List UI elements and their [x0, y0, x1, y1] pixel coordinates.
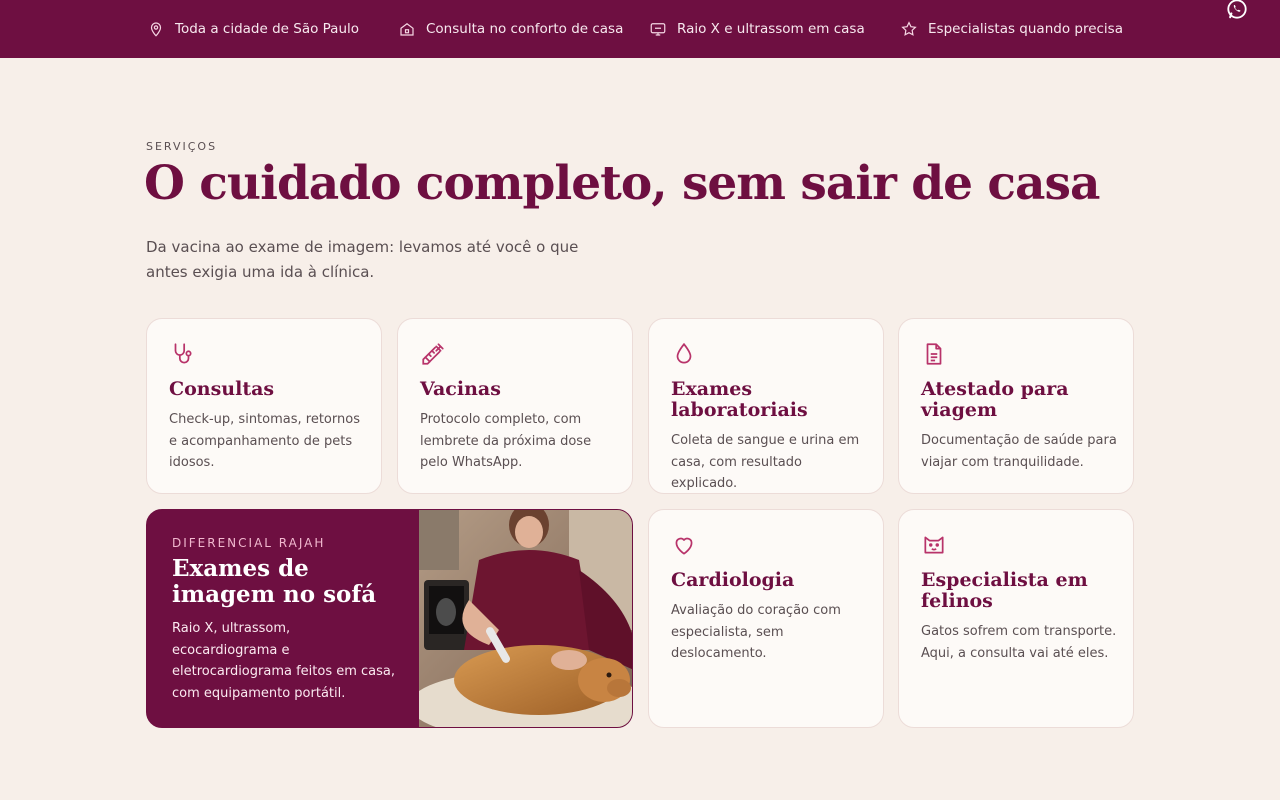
topbar-item-specialists: Especialistas quando precisa [900, 0, 1123, 58]
home-icon [400, 23, 414, 36]
service-card-cardiologia[interactable]: Cardiologia Avaliação do coração com esp… [648, 509, 884, 728]
service-card-text: Coleta de sangue e urina em casa, com re… [671, 433, 860, 491]
service-card-title: Exames laboratoriais [671, 378, 808, 421]
service-card-text: Check-up, sintomas, retornos e acompanha… [169, 412, 360, 470]
service-card-consultas[interactable]: Consultas Check-up, sintomas, retornos e… [146, 318, 382, 494]
top-info-bar: Toda a cidade de São Paulo Consulta no c… [0, 0, 1280, 58]
drop-icon [676, 342, 692, 364]
star-icon [901, 21, 917, 36]
service-card-exames-laboratoriais[interactable]: Exames laboratoriais Coleta de sangue e … [648, 318, 884, 494]
section-lead: Da vacina ao exame de imagem: levamos at… [146, 238, 579, 281]
service-card-vacinas[interactable]: Vacinas Protocolo completo, com lembrete… [397, 318, 633, 494]
map-pin-icon [150, 22, 162, 37]
service-card-title: Especialista em felinos [921, 569, 1088, 612]
service-card-title: Cardiologia [671, 569, 795, 591]
heart-icon [675, 537, 693, 555]
syringe-icon [422, 343, 444, 365]
monitor-icon [650, 23, 666, 36]
service-card-text: Gatos sofrem com transporte. Aqui, a con… [921, 624, 1117, 661]
feature-tag: DIFERENCIAL RAJAH [172, 536, 326, 550]
service-card-title: Vacinas [420, 378, 501, 400]
whatsapp-icon [1227, 0, 1247, 19]
section-title: O cuidado completo, sem sair de casa [144, 156, 1100, 211]
topbar-item-label: Especialistas quando precisa [928, 21, 1123, 37]
whatsapp-button[interactable] [1226, 0, 1248, 20]
service-card-atestado[interactable]: Atestado para viagem Documentação de saú… [898, 318, 1134, 494]
topbar-item-label: Consulta no conforto de casa [426, 21, 624, 37]
service-card-text: Avaliação do coração com especialista, s… [671, 603, 841, 661]
service-card-felinos[interactable]: Especialista em felinos Gatos sofrem com… [898, 509, 1134, 728]
topbar-item-label: Raio X e ultrassom em casa [677, 21, 865, 37]
vet-ultrasound-photo [419, 510, 632, 727]
cat-icon [924, 536, 944, 554]
service-card-title: Consultas [169, 378, 275, 400]
stethoscope-icon [174, 343, 192, 364]
feature-text-panel: DIFERENCIAL RAJAH Exames de imagem no so… [147, 510, 419, 727]
feature-card-imagem[interactable]: DIFERENCIAL RAJAH Exames de imagem no so… [146, 509, 633, 728]
topbar-item-home: Consulta no conforto de casa [398, 0, 623, 58]
document-icon [926, 343, 942, 365]
service-card-title: Atestado para viagem [921, 378, 1069, 421]
service-card-text: Documentação de saúde para viajar com tr… [921, 433, 1117, 470]
topbar-item-imaging: Raio X e ultrassom em casa [649, 0, 865, 58]
topbar-item-location: Toda a cidade de São Paulo [147, 0, 359, 58]
section-eyebrow: SERVIÇOS [146, 140, 218, 153]
service-card-text: Protocolo completo, com lembrete da próx… [420, 412, 592, 470]
feature-title: Exames de imagem no sofá [172, 555, 377, 608]
feature-text: Raio X, ultrassom, ecocardiograma e elet… [172, 621, 396, 701]
topbar-item-label: Toda a cidade de São Paulo [175, 21, 360, 37]
